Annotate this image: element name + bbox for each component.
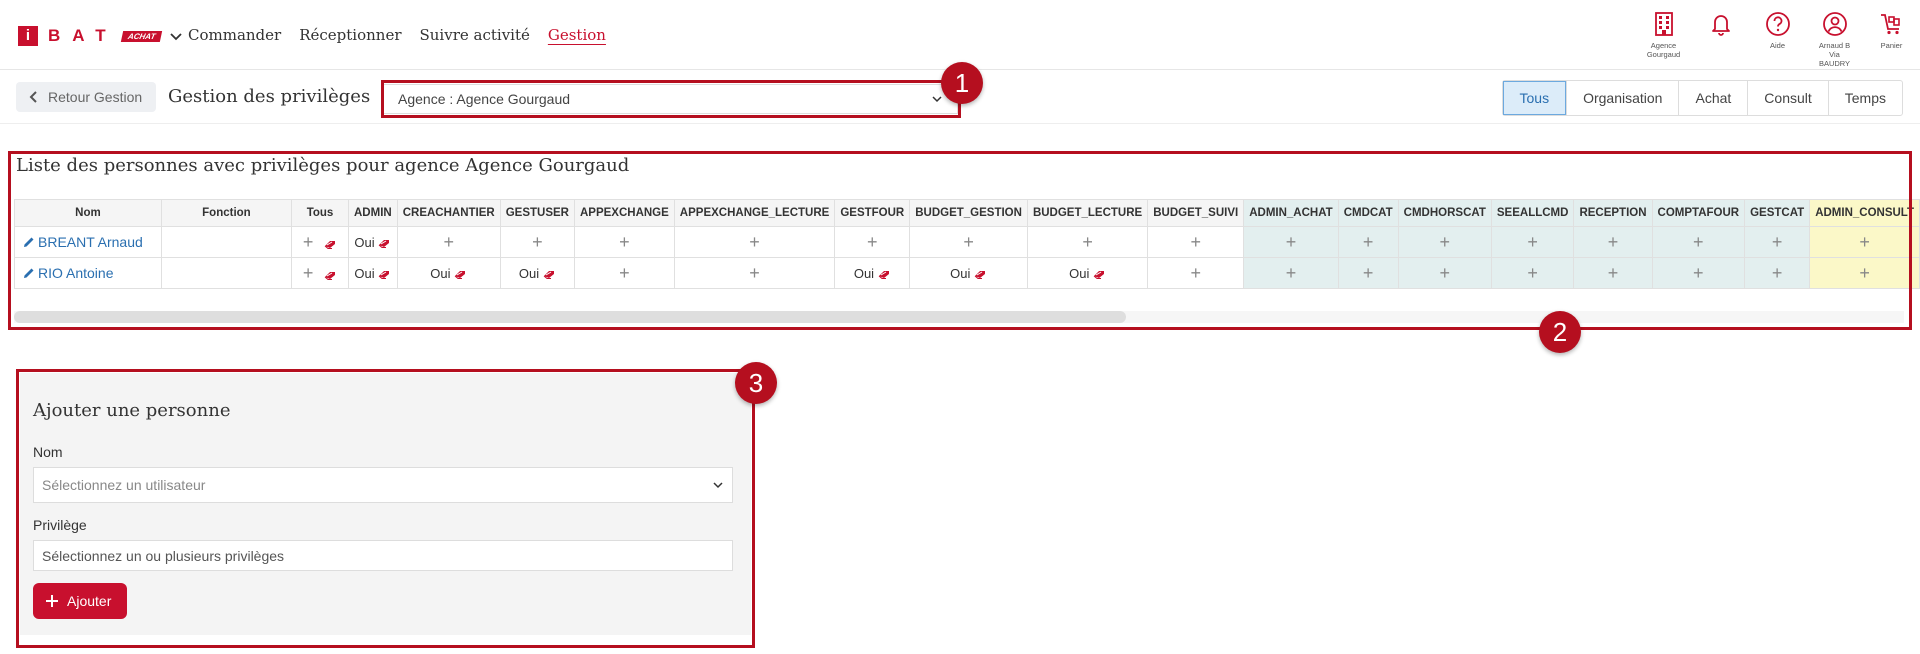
annotation-badge: 1 — [941, 62, 983, 104]
cart-icon — [1880, 14, 1900, 35]
user-icon — [1822, 12, 1847, 36]
tab-achat[interactable]: Achat — [1678, 81, 1747, 115]
bell-icon — [1711, 15, 1730, 36]
privilege-filter-tabs: Tous Organisation Achat Consult Temps — [1501, 80, 1903, 116]
top-navbar: i BAT ACHAT Commander Réceptionner Suivr… — [0, 0, 1920, 70]
chevron-left-icon — [29, 91, 37, 103]
tab-temps[interactable]: Temps — [1827, 81, 1902, 115]
tab-organisation[interactable]: Organisation — [1566, 81, 1678, 115]
logo-achat: ACHAT — [120, 30, 163, 42]
ibat-logo[interactable]: i BAT ACHAT — [18, 26, 183, 46]
tab-consult[interactable]: Consult — [1747, 81, 1827, 115]
chevron-down-icon[interactable] — [169, 29, 183, 43]
page-title: Gestion des privilèges — [168, 86, 371, 107]
nav-item-gestion[interactable]: Gestion — [548, 26, 606, 44]
nav-item-receptionner[interactable]: Réceptionner — [299, 26, 401, 44]
annotation-box-add — [16, 369, 755, 648]
help-label: Aide — [1769, 41, 1785, 50]
nav-item-commander[interactable]: Commander — [188, 26, 281, 44]
account-button[interactable]: Arnaud B Via BAUDRY — [1806, 10, 1863, 68]
account-label: Arnaud B Via BAUDRY — [1818, 41, 1851, 68]
agency-button[interactable]: Agence Gourgaud — [1635, 10, 1692, 68]
tab-tous[interactable]: Tous — [1502, 81, 1567, 115]
logo-bat: BAT — [48, 26, 118, 45]
annotation-badge: 2 — [1539, 311, 1581, 353]
building-icon — [1654, 12, 1673, 36]
top-icons: Agence Gourgaud Aide Arnaud B Via BAUDRY… — [1635, 10, 1920, 68]
annotation-badge: 3 — [735, 362, 777, 404]
help-button[interactable]: Aide — [1749, 10, 1806, 68]
annotation-box-agency — [381, 80, 961, 118]
nav-item-suivre-activite[interactable]: Suivre activité — [420, 26, 530, 44]
cart-button[interactable]: Panier — [1863, 10, 1920, 68]
notifications-button[interactable] — [1692, 10, 1749, 68]
logo-i: i — [18, 26, 38, 46]
agency-label: Agence Gourgaud — [1646, 41, 1681, 59]
main-nav: Commander Réceptionner Suivre activité G… — [188, 26, 606, 44]
help-icon — [1765, 12, 1790, 36]
back-gestion-button[interactable]: Retour Gestion — [16, 82, 157, 112]
cart-label: Panier — [1880, 41, 1903, 50]
annotation-box-list — [8, 151, 1912, 330]
back-label: Retour Gestion — [48, 89, 143, 105]
